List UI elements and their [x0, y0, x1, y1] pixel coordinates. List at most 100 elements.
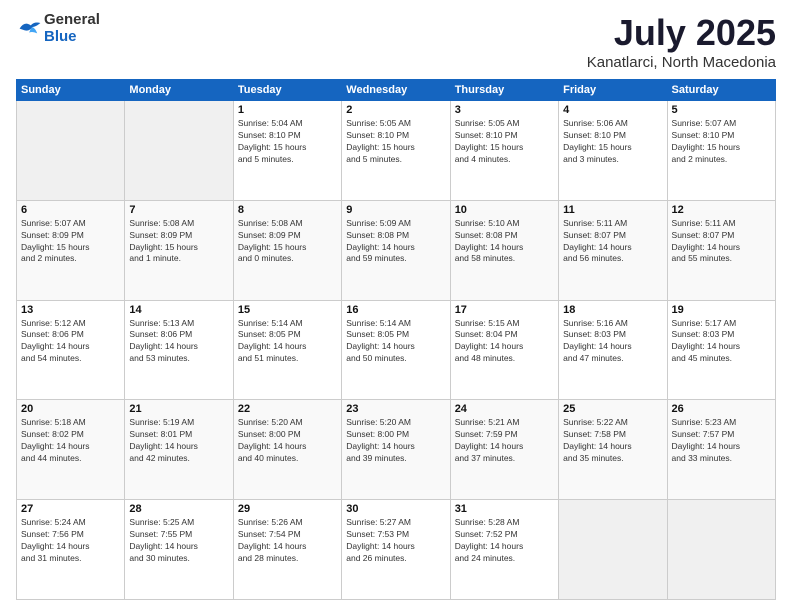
day-number: 23 [346, 403, 445, 415]
day-number: 30 [346, 503, 445, 515]
day-number: 22 [238, 403, 337, 415]
calendar-cell: 9 Sunrise: 5:09 AM Sunset: 8:08 PM Daylig… [342, 200, 450, 300]
calendar-cell: 16 Sunrise: 5:14 AM Sunset: 8:05 PM Dayli… [342, 300, 450, 400]
day-info: Sunrise: 5:11 AM Sunset: 8:07 PM Dayligh… [672, 218, 771, 266]
calendar-cell: 20 Sunrise: 5:18 AM Sunset: 8:02 PM Dayli… [17, 400, 125, 500]
calendar-cell: 7 Sunrise: 5:08 AM Sunset: 8:09 PM Daylig… [125, 200, 233, 300]
day-info: Sunrise: 5:19 AM Sunset: 8:01 PM Dayligh… [129, 417, 228, 465]
header: General Blue July 2025 Kanatlarci, North… [16, 12, 776, 71]
day-number: 2 [346, 104, 445, 116]
day-info: Sunrise: 5:18 AM Sunset: 8:02 PM Dayligh… [21, 417, 120, 465]
day-number: 13 [21, 304, 120, 316]
calendar-cell: 3 Sunrise: 5:05 AM Sunset: 8:10 PM Daylig… [450, 101, 558, 201]
weekday-header-friday: Friday [559, 80, 667, 101]
calendar-cell: 30 Sunrise: 5:27 AM Sunset: 7:53 PM Dayli… [342, 500, 450, 600]
calendar-cell [559, 500, 667, 600]
day-info: Sunrise: 5:10 AM Sunset: 8:08 PM Dayligh… [455, 218, 554, 266]
day-number: 3 [455, 104, 554, 116]
day-number: 1 [238, 104, 337, 116]
calendar-week-row: 27Sunrise: 5:24 AM Sunset: 7:56 PM Dayli… [17, 500, 776, 600]
calendar-cell: 15 Sunrise: 5:14 AM Sunset: 8:05 PM Dayli… [233, 300, 341, 400]
title-block: July 2025 Kanatlarci, North Macedonia [587, 12, 776, 71]
day-info: Sunrise: 5:11 AM Sunset: 8:07 PM Dayligh… [563, 218, 662, 266]
day-info: Sunrise: 5:27 AM Sunset: 7:53 PM Dayligh… [346, 517, 445, 565]
day-number: 20 [21, 403, 120, 415]
calendar-cell: 4Sunrise: 5:06 AM Sunset: 8:10 PM Daylig… [559, 101, 667, 201]
day-number: 7 [129, 204, 228, 216]
calendar-cell [125, 101, 233, 201]
logo: General Blue [16, 12, 100, 45]
calendar-cell: 22 Sunrise: 5:20 AM Sunset: 8:00 PM Dayli… [233, 400, 341, 500]
calendar-cell: 28Sunrise: 5:25 AM Sunset: 7:55 PM Dayli… [125, 500, 233, 600]
calendar-cell: 23 Sunrise: 5:20 AM Sunset: 8:00 PM Dayli… [342, 400, 450, 500]
day-info: Sunrise: 5:05 AM Sunset: 8:10 PM Dayligh… [346, 118, 445, 166]
day-info: Sunrise: 5:20 AM Sunset: 8:00 PM Dayligh… [346, 417, 445, 465]
day-info: Sunrise: 5:09 AM Sunset: 8:08 PM Dayligh… [346, 218, 445, 266]
day-number: 17 [455, 304, 554, 316]
calendar-cell: 29 Sunrise: 5:26 AM Sunset: 7:54 PM Dayli… [233, 500, 341, 600]
calendar-cell: 24Sunrise: 5:21 AM Sunset: 7:59 PM Dayli… [450, 400, 558, 500]
day-number: 16 [346, 304, 445, 316]
day-number: 11 [563, 204, 662, 216]
day-info: Sunrise: 5:20 AM Sunset: 8:00 PM Dayligh… [238, 417, 337, 465]
calendar-title: July 2025 [587, 12, 776, 54]
page: General Blue July 2025 Kanatlarci, North… [0, 0, 792, 612]
day-number: 27 [21, 503, 120, 515]
day-number: 26 [672, 403, 771, 415]
calendar-week-row: 20 Sunrise: 5:18 AM Sunset: 8:02 PM Dayli… [17, 400, 776, 500]
day-info: Sunrise: 5:28 AM Sunset: 7:52 PM Dayligh… [455, 517, 554, 565]
calendar-cell: 18 Sunrise: 5:16 AM Sunset: 8:03 PM Dayli… [559, 300, 667, 400]
calendar-cell: 25 Sunrise: 5:22 AM Sunset: 7:58 PM Dayli… [559, 400, 667, 500]
day-info: Sunrise: 5:26 AM Sunset: 7:54 PM Dayligh… [238, 517, 337, 565]
day-info: Sunrise: 5:08 AM Sunset: 8:09 PM Dayligh… [238, 218, 337, 266]
day-info: Sunrise: 5:12 AM Sunset: 8:06 PM Dayligh… [21, 318, 120, 366]
logo-general-text: General [44, 12, 100, 29]
weekday-header-monday: Monday [125, 80, 233, 101]
weekday-header-thursday: Thursday [450, 80, 558, 101]
day-number: 10 [455, 204, 554, 216]
day-number: 5 [672, 104, 771, 116]
calendar-cell: 2 Sunrise: 5:05 AM Sunset: 8:10 PM Daylig… [342, 101, 450, 201]
day-number: 19 [672, 304, 771, 316]
day-info: Sunrise: 5:14 AM Sunset: 8:05 PM Dayligh… [238, 318, 337, 366]
day-info: Sunrise: 5:16 AM Sunset: 8:03 PM Dayligh… [563, 318, 662, 366]
day-number: 31 [455, 503, 554, 515]
day-info: Sunrise: 5:15 AM Sunset: 8:04 PM Dayligh… [455, 318, 554, 366]
logo-bird-icon [18, 19, 42, 39]
weekday-header-wednesday: Wednesday [342, 80, 450, 101]
day-info: Sunrise: 5:17 AM Sunset: 8:03 PM Dayligh… [672, 318, 771, 366]
day-info: Sunrise: 5:14 AM Sunset: 8:05 PM Dayligh… [346, 318, 445, 366]
day-number: 18 [563, 304, 662, 316]
day-number: 9 [346, 204, 445, 216]
day-number: 8 [238, 204, 337, 216]
day-info: Sunrise: 5:25 AM Sunset: 7:55 PM Dayligh… [129, 517, 228, 565]
weekday-header-tuesday: Tuesday [233, 80, 341, 101]
calendar-cell: 27Sunrise: 5:24 AM Sunset: 7:56 PM Dayli… [17, 500, 125, 600]
weekday-header-row: SundayMondayTuesdayWednesdayThursdayFrid… [17, 80, 776, 101]
calendar-cell: 17 Sunrise: 5:15 AM Sunset: 8:04 PM Dayli… [450, 300, 558, 400]
calendar-week-row: 1Sunrise: 5:04 AM Sunset: 8:10 PM Daylig… [17, 101, 776, 201]
weekday-header-saturday: Saturday [667, 80, 775, 101]
calendar-cell: 5Sunrise: 5:07 AM Sunset: 8:10 PM Daylig… [667, 101, 775, 201]
day-info: Sunrise: 5:21 AM Sunset: 7:59 PM Dayligh… [455, 417, 554, 465]
day-number: 15 [238, 304, 337, 316]
weekday-header-sunday: Sunday [17, 80, 125, 101]
calendar-table: SundayMondayTuesdayWednesdayThursdayFrid… [16, 79, 776, 600]
day-info: Sunrise: 5:22 AM Sunset: 7:58 PM Dayligh… [563, 417, 662, 465]
calendar-cell: 21Sunrise: 5:19 AM Sunset: 8:01 PM Dayli… [125, 400, 233, 500]
calendar-cell [667, 500, 775, 600]
day-info: Sunrise: 5:07 AM Sunset: 8:09 PM Dayligh… [21, 218, 120, 266]
calendar-cell: 1Sunrise: 5:04 AM Sunset: 8:10 PM Daylig… [233, 101, 341, 201]
day-number: 29 [238, 503, 337, 515]
calendar-cell: 26Sunrise: 5:23 AM Sunset: 7:57 PM Dayli… [667, 400, 775, 500]
calendar-week-row: 6Sunrise: 5:07 AM Sunset: 8:09 PM Daylig… [17, 200, 776, 300]
day-number: 25 [563, 403, 662, 415]
calendar-cell: 13 Sunrise: 5:12 AM Sunset: 8:06 PM Dayli… [17, 300, 125, 400]
calendar-cell: 19 Sunrise: 5:17 AM Sunset: 8:03 PM Dayli… [667, 300, 775, 400]
calendar-cell: 10 Sunrise: 5:10 AM Sunset: 8:08 PM Dayli… [450, 200, 558, 300]
day-info: Sunrise: 5:05 AM Sunset: 8:10 PM Dayligh… [455, 118, 554, 166]
day-info: Sunrise: 5:06 AM Sunset: 8:10 PM Dayligh… [563, 118, 662, 166]
day-info: Sunrise: 5:08 AM Sunset: 8:09 PM Dayligh… [129, 218, 228, 266]
calendar-cell [17, 101, 125, 201]
day-info: Sunrise: 5:13 AM Sunset: 8:06 PM Dayligh… [129, 318, 228, 366]
